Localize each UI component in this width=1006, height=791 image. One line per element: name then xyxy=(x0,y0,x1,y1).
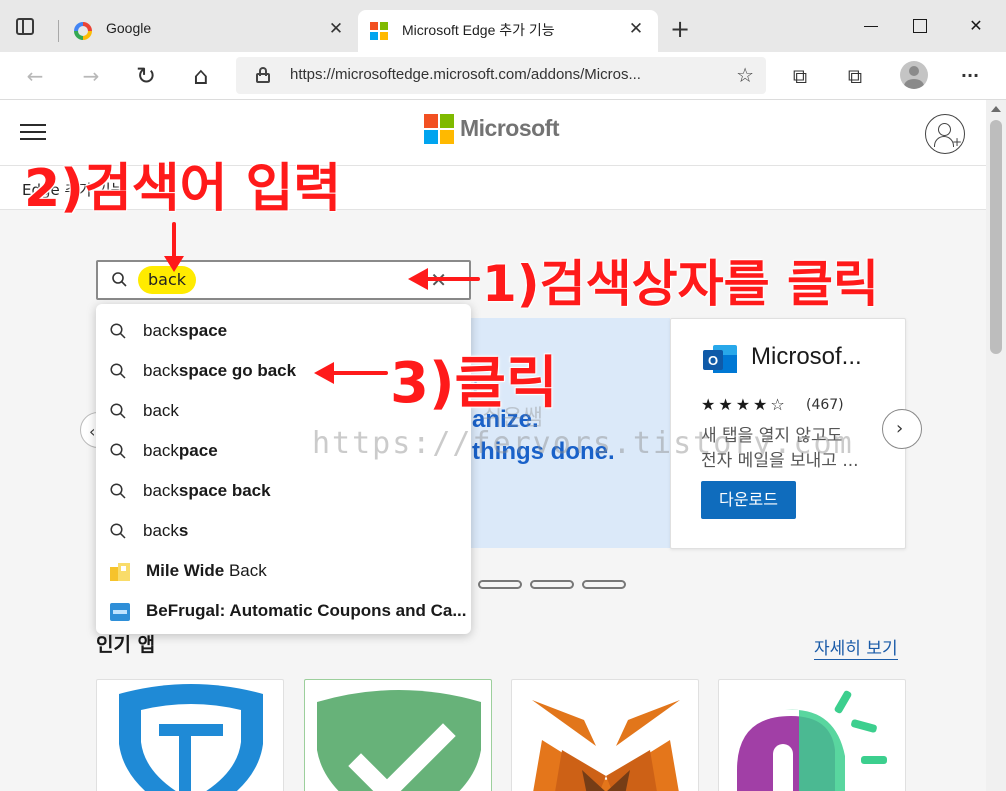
search-icon xyxy=(110,443,126,459)
google-favicon-icon xyxy=(74,22,92,40)
extensions-icon[interactable]: ⧉ xyxy=(842,63,868,89)
chevron-right-icon: › xyxy=(896,418,904,439)
app-suggestion-text: Mile Wide Back xyxy=(146,561,267,580)
hamburger-menu-icon[interactable] xyxy=(20,124,46,142)
search-icon xyxy=(112,272,127,287)
app-tile-zenmate[interactable] xyxy=(96,679,284,791)
card-title: Microsof... xyxy=(751,343,862,370)
download-button[interactable]: 다운로드 xyxy=(701,481,796,519)
suggestion-text: back xyxy=(143,401,179,420)
address-url: https://microsoftedge.microsoft.com/addo… xyxy=(290,66,641,83)
suggestion-text: backpace xyxy=(143,441,218,460)
search-icon xyxy=(110,403,126,419)
microsoft-wordmark[interactable]: Microsoft xyxy=(460,115,560,142)
app-logo-icon xyxy=(737,690,887,791)
chevron-left-icon: ‹ xyxy=(89,422,96,441)
address-bar[interactable]: https://microsoftedge.microsoft.com/addo… xyxy=(236,57,766,94)
see-more-link[interactable]: 자세히 보기 xyxy=(814,634,898,660)
outlook-app-icon: O xyxy=(701,341,739,379)
suggestion-item[interactable]: backs xyxy=(96,511,471,551)
add-favorite-icon[interactable]: ☆ xyxy=(736,63,754,87)
carousel-dot[interactable] xyxy=(582,580,626,589)
tab-title: Google xyxy=(106,20,152,36)
search-query-text[interactable]: back xyxy=(138,266,197,294)
tab-strip: Google ✕ Microsoft Edge 추가 기능 ✕ + ✕ xyxy=(0,0,1006,52)
page-scrollbar[interactable] xyxy=(986,100,1006,791)
tab-close-icon[interactable]: ✕ xyxy=(626,19,646,39)
rating-stars: ★★★★☆ xyxy=(701,395,788,414)
fox-icon xyxy=(532,700,680,791)
rating-count: (467) xyxy=(806,397,844,413)
account-sign-in-icon[interactable]: + xyxy=(925,114,965,154)
profile-avatar[interactable] xyxy=(900,61,928,89)
tab-actions-icon[interactable] xyxy=(14,16,36,38)
app-tile-adguard[interactable] xyxy=(304,679,492,791)
microsoft-logo-icon[interactable] xyxy=(424,114,454,144)
suggestion-text: backs xyxy=(143,521,189,540)
clear-search-icon[interactable]: ✕ xyxy=(430,268,447,292)
maximize-icon[interactable] xyxy=(908,14,932,38)
annotation-step-2: 2)검색어 입력 xyxy=(24,159,342,219)
app-tile-metamask[interactable] xyxy=(511,679,699,791)
suggestion-text: backspace go back xyxy=(143,361,297,380)
back-icon[interactable]: ← xyxy=(22,63,48,89)
search-icon xyxy=(110,323,126,339)
mile-wide-app-icon xyxy=(110,563,130,581)
minimize-icon[interactable] xyxy=(860,14,884,38)
popular-apps-title: 인기 앱 xyxy=(96,634,156,656)
suggestion-text: backspace back xyxy=(143,481,271,500)
tab-separator xyxy=(58,20,59,42)
svg-text:O: O xyxy=(708,353,718,368)
befrugal-app-icon xyxy=(110,603,130,621)
settings-menu-icon[interactable]: ··· xyxy=(957,63,983,89)
tab-title: Microsoft Edge 추가 기능 xyxy=(402,22,555,38)
scroll-up-icon[interactable] xyxy=(991,106,1001,112)
window-close-icon[interactable]: ✕ xyxy=(964,14,988,38)
tab-edge-addons[interactable]: Microsoft Edge 추가 기능 ✕ xyxy=(358,10,658,52)
app-suggestion-mile-wide[interactable]: Mile Wide Back xyxy=(96,551,471,591)
app-suggestion-text: BeFrugal: Automatic Coupons and Ca... xyxy=(146,601,467,620)
search-icon xyxy=(110,483,126,499)
new-tab-button[interactable]: + xyxy=(668,17,692,42)
app-tile-grammar[interactable] xyxy=(718,679,906,791)
microsoft-favicon-icon xyxy=(370,22,388,40)
search-icon xyxy=(110,363,126,379)
annotation-step-3: 3)클릭 xyxy=(390,351,558,416)
carousel-dot[interactable] xyxy=(478,580,522,589)
carousel-indicators xyxy=(478,574,634,593)
scrollbar-thumb[interactable] xyxy=(990,120,1002,354)
check-shield-icon xyxy=(317,690,481,791)
carousel-dot[interactable] xyxy=(530,580,574,589)
suggestion-item[interactable]: backspace back xyxy=(96,471,471,511)
search-box[interactable]: back ✕ xyxy=(96,260,471,300)
forward-icon[interactable]: → xyxy=(78,63,104,89)
tab-close-icon[interactable]: ✕ xyxy=(326,19,346,39)
shield-icon xyxy=(119,684,263,791)
tab-google[interactable]: Google ✕ xyxy=(62,10,358,52)
carousel-next-button[interactable]: › xyxy=(882,409,922,449)
home-icon[interactable]: ⌂ xyxy=(188,63,214,89)
annotation-step-1: 1)검색상자를 클릭 xyxy=(482,255,880,313)
watermark-url: https://fervors.tistory.com xyxy=(312,426,854,461)
refresh-icon[interactable]: ↻ xyxy=(133,63,159,89)
app-suggestion-befrugal[interactable]: BeFrugal: Automatic Coupons and Ca... xyxy=(96,591,471,631)
browser-toolbar: ← → ↻ ⌂ https://microsoftedge.microsoft.… xyxy=(0,52,1006,100)
lock-icon[interactable] xyxy=(256,67,270,83)
search-icon xyxy=(110,523,126,539)
collections-icon[interactable]: ⧉ xyxy=(787,63,813,89)
suggestion-text: backspace xyxy=(143,321,228,340)
